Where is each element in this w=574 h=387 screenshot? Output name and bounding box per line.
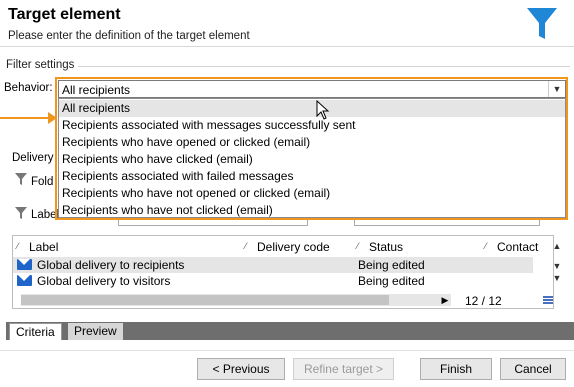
- scroll-down-icon[interactable]: ▼: [550, 260, 564, 272]
- scroll-bottom-icon[interactable]: ▼: [550, 272, 564, 284]
- horizontal-scrollbar[interactable]: ▶: [21, 294, 451, 306]
- tab-bar: Criteria Preview: [6, 322, 574, 340]
- delivery-section-label: Delivery: [12, 152, 54, 164]
- previous-button[interactable]: < Previous: [197, 358, 285, 380]
- email-icon: [17, 259, 32, 270]
- filter-icon: [15, 207, 27, 219]
- column-resize-icon: ⁄: [17, 241, 19, 251]
- column-resize-icon: ⁄: [357, 241, 359, 251]
- row-status: Being edited: [358, 258, 425, 272]
- column-resize-icon: ⁄: [245, 241, 247, 251]
- scroll-right-icon[interactable]: ▶: [439, 294, 451, 306]
- row-label: Global delivery to recipients: [37, 258, 185, 272]
- section-divider: [78, 66, 570, 67]
- table-row[interactable]: Global delivery to visitors Being edited: [13, 273, 533, 289]
- header: Target element Please enter the definiti…: [0, 0, 574, 47]
- table-row[interactable]: Global delivery to recipients Being edit…: [13, 257, 533, 273]
- record-count: 12 / 12: [465, 294, 502, 308]
- scroll-up-icon[interactable]: ▲: [550, 240, 564, 252]
- refine-target-button[interactable]: Refine target >: [293, 358, 394, 380]
- page-subtitle: Please enter the definition of the targe…: [8, 30, 250, 42]
- cancel-button[interactable]: Cancel: [500, 358, 566, 380]
- highlight-box: [55, 77, 568, 220]
- vertical-scrollbar[interactable]: ▲ ▼ ▼: [550, 241, 564, 296]
- filter-settings-label: Filter settings: [6, 59, 75, 71]
- mouse-cursor-icon: [316, 100, 330, 120]
- column-header-label[interactable]: Label: [29, 240, 58, 254]
- page-title: Target element: [8, 6, 121, 23]
- pointer-arrow-head: [48, 112, 57, 124]
- column-header-status[interactable]: Status: [369, 240, 403, 254]
- pointer-arrow: [0, 117, 50, 119]
- tab-criteria[interactable]: Criteria: [9, 323, 62, 340]
- behavior-label: Behavior:: [4, 82, 53, 94]
- scrollbar-thumb[interactable]: [21, 295, 389, 305]
- row-label: Global delivery to visitors: [37, 274, 171, 288]
- email-icon: [17, 275, 32, 286]
- row-status: Being edited: [358, 274, 425, 288]
- column-header-delivery-code[interactable]: Delivery code: [257, 240, 330, 254]
- column-resize-icon: ⁄: [485, 241, 487, 251]
- footer-divider: [0, 350, 574, 351]
- finish-button[interactable]: Finish: [420, 358, 492, 380]
- tab-preview[interactable]: Preview: [68, 323, 123, 340]
- grid-menu-icon[interactable]: [543, 296, 553, 305]
- funnel-icon: [527, 8, 557, 39]
- delivery-grid: ⁄ Label ⁄ Delivery code ⁄ Status ⁄ Conta…: [12, 235, 561, 309]
- folder-label: Fold: [31, 176, 54, 188]
- filter-icon: [15, 173, 27, 185]
- column-header-contact[interactable]: Contact: [497, 240, 538, 254]
